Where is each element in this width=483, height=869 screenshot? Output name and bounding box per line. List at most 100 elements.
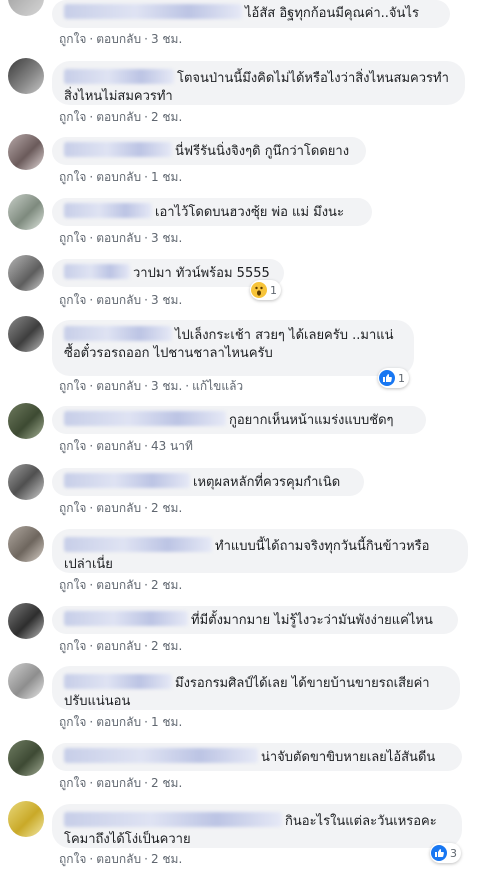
reply-link[interactable]: ตอบกลับ bbox=[96, 379, 141, 393]
comment-bubble: ทำแบบนี้ได้ถามจริงทุกวันนี้กินข้าวหรือเป… bbox=[52, 529, 468, 573]
like-icon bbox=[431, 845, 447, 861]
wow-icon bbox=[251, 282, 267, 298]
like-link[interactable]: ถูกใจ bbox=[59, 110, 86, 124]
comment-bubble: เหตุผลหลักที่ควรคุมกำเนิด bbox=[52, 468, 364, 496]
avatar[interactable] bbox=[8, 194, 44, 230]
commenter-name[interactable] bbox=[64, 473, 190, 488]
timestamp[interactable]: 2 ชม. bbox=[151, 776, 182, 790]
comment-text: น่าจับตัดขาขิบหายเลยไอ้สันดีน bbox=[261, 750, 436, 765]
commenter-name[interactable] bbox=[64, 203, 152, 218]
timestamp[interactable]: 2 ชม. bbox=[151, 639, 182, 653]
comment-text: เอาไว้โดดบนฮวงซุ้ย พ่อ แม่ มึงนะ bbox=[155, 205, 344, 220]
comment-text: นี่ฟรีรันนิ่งจิงๆดิ กูนึกว่าโดดยาง bbox=[175, 144, 350, 159]
comment-actions: ถูกใจ · ตอบกลับ · 3 ชม. · แก้ไขแล้ว bbox=[59, 379, 244, 393]
reply-link[interactable]: ตอบกลับ bbox=[96, 32, 141, 46]
avatar[interactable] bbox=[8, 255, 44, 291]
comment-text: วาปมา ทัวน์พร้อม 5555 bbox=[133, 266, 270, 281]
comment-bubble: ที่มีตั้งมากมาย ไม่รู้ไงวะว่ามันพังง่ายแ… bbox=[52, 606, 458, 634]
reply-link[interactable]: ตอบกลับ bbox=[96, 439, 141, 453]
reply-link[interactable]: ตอบกลับ bbox=[96, 776, 141, 790]
comment-actions: ถูกใจ · ตอบกลับ · 2 ชม. bbox=[59, 776, 183, 790]
comment-bubble: กินอะไรในแต่ละวันเหรอคะ โคมาถึงได้โง่เป็… bbox=[52, 804, 462, 848]
comment-text: เหตุผลหลักที่ควรคุมกำเนิด bbox=[193, 475, 341, 490]
comment-text: ไอ้สัส อิฐทุกก้อนมีคุณค่า..จันไร bbox=[245, 6, 419, 21]
timestamp[interactable]: 3 ชม. bbox=[151, 32, 182, 46]
timestamp[interactable]: 1 ชม. bbox=[151, 170, 182, 184]
like-link[interactable]: ถูกใจ bbox=[59, 501, 86, 515]
reaction-summary[interactable]: 1 bbox=[378, 368, 409, 388]
like-link[interactable]: ถูกใจ bbox=[59, 439, 86, 453]
reply-link[interactable]: ตอบกลับ bbox=[96, 231, 141, 245]
reaction-count: 3 bbox=[450, 846, 457, 860]
timestamp[interactable]: 3 ชม. bbox=[151, 293, 182, 307]
comment-bubble: นี่ฟรีรันนิ่งจิงๆดิ กูนึกว่าโดดยาง bbox=[52, 137, 366, 165]
timestamp[interactable]: 2 ชม. bbox=[151, 110, 182, 124]
like-link[interactable]: ถูกใจ bbox=[59, 776, 86, 790]
comment-actions: ถูกใจ · ตอบกลับ · 2 ชม. bbox=[59, 578, 183, 592]
commenter-name[interactable] bbox=[64, 4, 242, 19]
avatar[interactable] bbox=[8, 0, 44, 16]
comment-bubble: มึงรอกรมศิลป์ได้เลย ได้ขายบ้านขายรถเสียค… bbox=[52, 666, 460, 710]
comment-actions: ถูกใจ · ตอบกลับ · 1 ชม. bbox=[59, 715, 183, 729]
avatar[interactable] bbox=[8, 603, 44, 639]
comment-bubble: น่าจับตัดขาขิบหายเลยไอ้สันดีน bbox=[52, 743, 462, 771]
reply-link[interactable]: ตอบกลับ bbox=[96, 578, 141, 592]
commenter-name[interactable] bbox=[64, 142, 172, 157]
like-link[interactable]: ถูกใจ bbox=[59, 379, 86, 393]
avatar[interactable] bbox=[8, 316, 44, 352]
like-link[interactable]: ถูกใจ bbox=[59, 32, 86, 46]
commenter-name[interactable] bbox=[64, 812, 282, 827]
timestamp[interactable]: 2 ชม. bbox=[151, 578, 182, 592]
avatar[interactable] bbox=[8, 740, 44, 776]
comment-actions: ถูกใจ · ตอบกลับ · 1 ชม. bbox=[59, 170, 183, 184]
avatar[interactable] bbox=[8, 134, 44, 170]
avatar[interactable] bbox=[8, 663, 44, 699]
like-link[interactable]: ถูกใจ bbox=[59, 639, 86, 653]
reply-link[interactable]: ตอบกลับ bbox=[96, 293, 141, 307]
like-link[interactable]: ถูกใจ bbox=[59, 578, 86, 592]
avatar[interactable] bbox=[8, 526, 44, 562]
commenter-name[interactable] bbox=[64, 748, 258, 763]
timestamp[interactable]: 2 ชม. bbox=[151, 501, 182, 515]
commenter-name[interactable] bbox=[64, 326, 172, 341]
commenter-name[interactable] bbox=[64, 537, 212, 552]
like-link[interactable]: ถูกใจ bbox=[59, 715, 86, 729]
like-link[interactable]: ถูกใจ bbox=[59, 170, 86, 184]
reply-link[interactable]: ตอบกลับ bbox=[96, 170, 141, 184]
avatar[interactable] bbox=[8, 403, 44, 439]
avatar[interactable] bbox=[8, 464, 44, 500]
commenter-name[interactable] bbox=[64, 264, 130, 279]
timestamp[interactable]: 3 ชม. bbox=[151, 379, 182, 393]
comment-bubble: ไปเล็งกระเช้า สวยๆ ได้เลยครับ ..มาแน่ ซื… bbox=[52, 320, 414, 376]
avatar[interactable] bbox=[8, 58, 44, 94]
reaction-count: 1 bbox=[270, 283, 277, 297]
reply-link[interactable]: ตอบกลับ bbox=[96, 501, 141, 515]
like-link[interactable]: ถูกใจ bbox=[59, 231, 86, 245]
comment-actions: ถูกใจ · ตอบกลับ · 2 ชม. bbox=[59, 501, 183, 515]
comment-bubble: เอาไว้โดดบนฮวงซุ้ย พ่อ แม่ มึงนะ bbox=[52, 198, 372, 226]
comment-actions: ถูกใจ · ตอบกลับ · 2 ชม. bbox=[59, 852, 183, 866]
comment-actions: ถูกใจ · ตอบกลับ · 2 ชม. bbox=[59, 110, 183, 124]
reply-link[interactable]: ตอบกลับ bbox=[96, 639, 141, 653]
edited-label[interactable]: แก้ไขแล้ว bbox=[192, 379, 243, 393]
comment-actions: ถูกใจ · ตอบกลับ · 3 ชม. bbox=[59, 293, 183, 307]
comment-actions: ถูกใจ · ตอบกลับ · 43 นาที bbox=[59, 439, 193, 453]
reply-link[interactable]: ตอบกลับ bbox=[96, 110, 141, 124]
reaction-summary[interactable]: 3 bbox=[430, 843, 461, 863]
like-link[interactable]: ถูกใจ bbox=[59, 293, 86, 307]
commenter-name[interactable] bbox=[64, 411, 226, 426]
comment-bubble: วาปมา ทัวน์พร้อม 5555 bbox=[52, 259, 284, 287]
comment-bubble: กูอยากเห็นหน้าแมร่งแบบชัดๆ bbox=[52, 406, 426, 434]
reply-link[interactable]: ตอบกลับ bbox=[96, 715, 141, 729]
commenter-name[interactable] bbox=[64, 674, 172, 689]
commenter-name[interactable] bbox=[64, 69, 174, 84]
timestamp[interactable]: 3 ชม. bbox=[151, 231, 182, 245]
comment-actions: ถูกใจ · ตอบกลับ · 3 ชม. bbox=[59, 32, 183, 46]
reaction-summary[interactable]: 1 bbox=[250, 280, 281, 300]
commenter-name[interactable] bbox=[64, 611, 188, 626]
comment-text: ที่มีตั้งมากมาย ไม่รู้ไงวะว่ามันพังง่ายแ… bbox=[191, 613, 433, 628]
timestamp[interactable]: 43 นาที bbox=[151, 439, 193, 453]
avatar[interactable] bbox=[8, 801, 44, 837]
timestamp[interactable]: 1 ชม. bbox=[151, 715, 182, 729]
comment-bubble: ไอ้สัส อิฐทุกก้อนมีคุณค่า..จันไร bbox=[52, 0, 450, 28]
